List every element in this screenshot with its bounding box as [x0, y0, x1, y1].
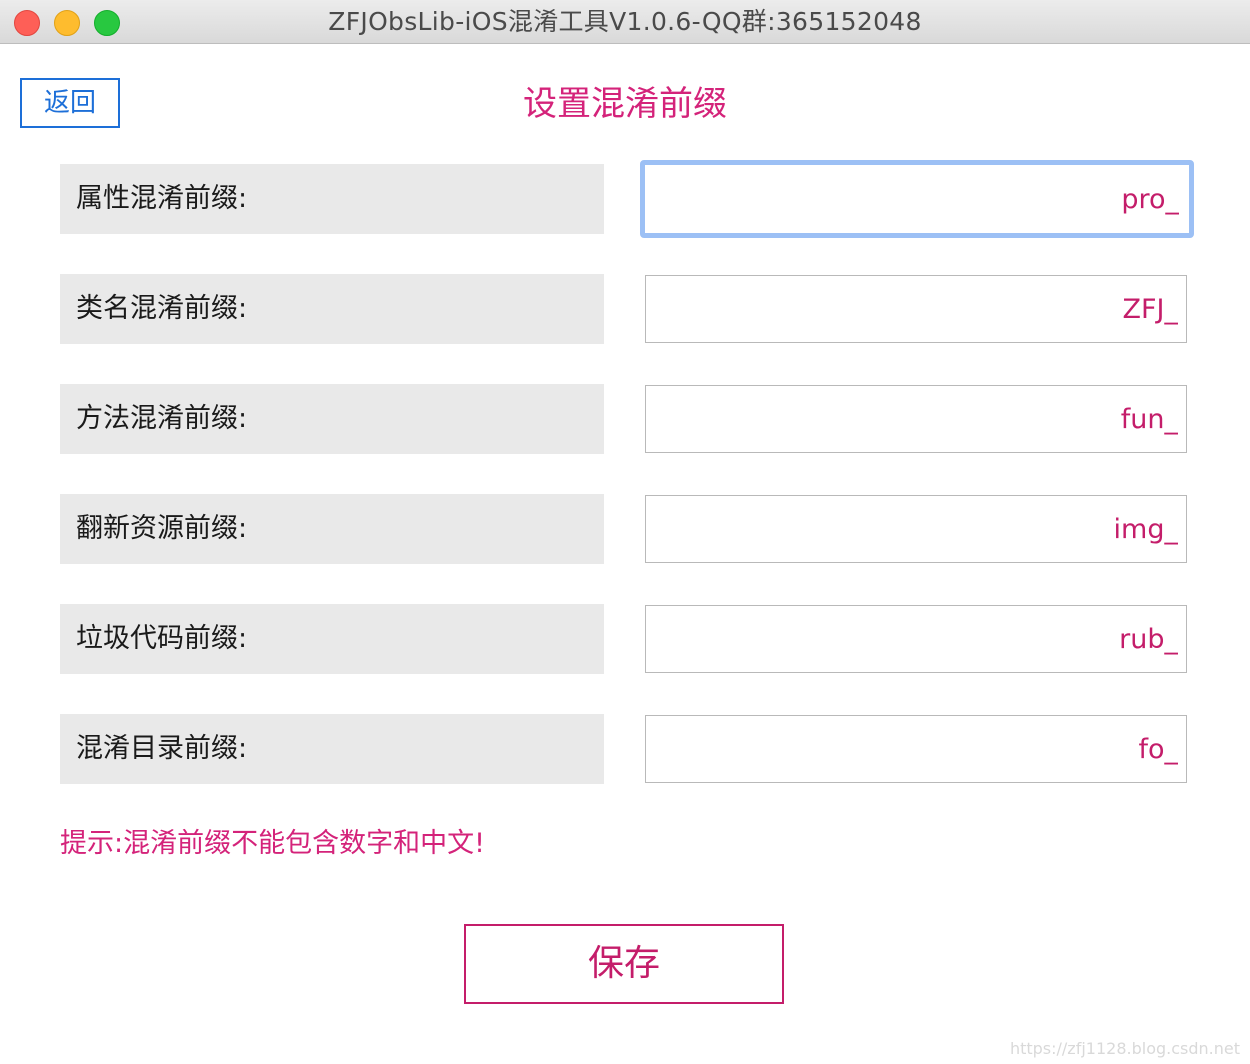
resource-prefix-input[interactable] [645, 495, 1187, 563]
resource-prefix-row: 翻新资源前缀: [60, 494, 1190, 564]
app-window: ZFJObsLib-iOS混淆工具V1.0.6-QQ群:365152048 返回… [0, 0, 1250, 1064]
method-prefix-label: 方法混淆前缀: [60, 384, 604, 454]
class-prefix-row: 类名混淆前缀: [60, 274, 1190, 344]
directory-prefix-input[interactable] [645, 715, 1187, 783]
class-prefix-label: 类名混淆前缀: [60, 274, 604, 344]
property-prefix-label: 属性混淆前缀: [60, 164, 604, 234]
title-bar[interactable]: ZFJObsLib-iOS混淆工具V1.0.6-QQ群:365152048 [0, 0, 1250, 44]
method-prefix-row: 方法混淆前缀: [60, 384, 1190, 454]
class-prefix-input[interactable] [645, 275, 1187, 343]
window-title: ZFJObsLib-iOS混淆工具V1.0.6-QQ群:365152048 [328, 7, 922, 36]
directory-prefix-label: 混淆目录前缀: [60, 714, 604, 784]
property-prefix-row: 属性混淆前缀: [60, 160, 1194, 238]
resource-prefix-label: 翻新资源前缀: [60, 494, 604, 564]
hint-text: 提示:混淆前缀不能包含数字和中文! [60, 828, 485, 859]
method-prefix-input[interactable] [645, 385, 1187, 453]
property-prefix-input[interactable] [640, 160, 1194, 238]
junk-code-prefix-input[interactable] [645, 605, 1187, 673]
directory-prefix-row: 混淆目录前缀: [60, 714, 1190, 784]
watermark: https://zfj1128.blog.csdn.net [1009, 1039, 1240, 1058]
junk-code-prefix-label: 垃圾代码前缀: [60, 604, 604, 674]
page-title: 设置混淆前缀 [523, 84, 727, 124]
junk-code-prefix-row: 垃圾代码前缀: [60, 604, 1190, 674]
save-button[interactable]: 保存 [464, 924, 784, 1004]
